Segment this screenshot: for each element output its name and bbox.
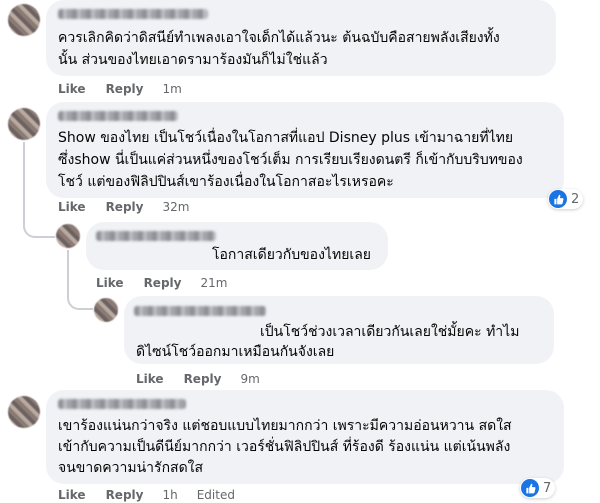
comment-bubble: ควรเลิกคิดว่าดิสนีย์ทำเพลงเอาใจเด็กได้แล…: [46, 0, 556, 76]
comment-actions: Like Reply 21m: [96, 276, 227, 290]
reaction-count[interactable]: 2: [548, 189, 584, 209]
avatar[interactable]: [8, 108, 40, 140]
thread-line: [67, 250, 69, 298]
comment-bubble: เขาร้องแน่นกว่าจริง แต่ชอบแบบไทยมากกว่า …: [46, 390, 564, 484]
comment-text-line: โอกาสเดียวกับของไทยเลย: [212, 247, 371, 263]
comment-actions: Like Reply 1h Edited: [58, 488, 235, 502]
commenter-name[interactable]: [58, 399, 186, 409]
comment-text-line: จนขาดความน่ารักสดใส: [58, 460, 204, 476]
reply-button[interactable]: Reply: [106, 488, 144, 502]
edited-label[interactable]: Edited: [197, 488, 235, 502]
comment-text-line: นั้น ส่วนของไทยเอาดรามาร้องมันก็ไม่ใช่แล…: [58, 52, 328, 68]
comment-actions: Like Reply 9m: [136, 372, 260, 386]
like-icon: [549, 190, 567, 208]
avatar[interactable]: [94, 298, 118, 322]
comment-text-line: Show ของไทย เป็นโชว์เนื่องในโอกาสที่แอป …: [58, 130, 514, 146]
timestamp[interactable]: 9m: [240, 372, 259, 386]
thread-line: [23, 142, 25, 228]
timestamp[interactable]: 32m: [162, 200, 189, 214]
like-icon: [521, 479, 539, 497]
comment-bubble: Show ของไทย เป็นโชว์เนื่องในโอกาสที่แอป …: [46, 102, 564, 198]
commenter-name[interactable]: [134, 306, 266, 316]
avatar[interactable]: [8, 4, 40, 36]
commenter-name[interactable]: [58, 111, 178, 121]
reaction-number: 7: [543, 480, 552, 496]
timestamp[interactable]: 21m: [200, 276, 227, 290]
like-button[interactable]: Like: [58, 82, 86, 96]
like-button[interactable]: Like: [96, 276, 124, 290]
commenter-name[interactable]: [58, 9, 208, 19]
reply-button[interactable]: Reply: [144, 276, 182, 290]
like-button[interactable]: Like: [136, 372, 164, 386]
comment-actions: Like Reply 32m: [58, 200, 189, 214]
reply-button[interactable]: Reply: [184, 372, 222, 386]
avatar[interactable]: [8, 396, 40, 428]
timestamp[interactable]: 1m: [162, 82, 181, 96]
timestamp[interactable]: 1h: [162, 488, 177, 502]
reaction-count[interactable]: 7: [520, 478, 556, 498]
avatar[interactable]: [56, 224, 80, 248]
commenter-name[interactable]: [96, 231, 216, 241]
thread-connector: [67, 292, 93, 310]
comment-text-line: เป็นโชว์ช่วงเวลาเดียวกันเลยใช่มั้ยคะ ทำไ…: [260, 324, 520, 340]
comment-text-line: ซึ่งshow นี่เป็นแค่ส่วนหนึ่งของโชว์เต็ม …: [58, 152, 523, 168]
comment-text-line: เข้ากับความเป็นดีนีย์มากกว่า เวอร์ชั่นฟิ…: [58, 439, 511, 455]
comment-actions: Like Reply 1m: [58, 82, 182, 96]
reply-button[interactable]: Reply: [106, 200, 144, 214]
reply-button[interactable]: Reply: [106, 82, 144, 96]
like-button[interactable]: Like: [58, 488, 86, 502]
comment-text-line: ดิไซน์โชว์ออกมาเหมือนกันจังเลย: [136, 344, 335, 360]
comment-text-line: โชว์ แต่ของฟิลิปปินส์เขาร้องเนื่องในโอกา…: [58, 174, 394, 190]
comment-text-line: เขาร้องแน่นกว่าจริง แต่ชอบแบบไทยมากกว่า …: [58, 418, 512, 434]
reaction-number: 2: [571, 191, 580, 207]
thread-connector: [23, 220, 55, 238]
like-button[interactable]: Like: [58, 200, 86, 214]
comment-bubble: โอกาสเดียวกับของไทยเลย: [86, 222, 388, 270]
comment-text-line: ควรเลิกคิดว่าดิสนีย์ทำเพลงเอาใจเด็กได้แล…: [58, 30, 500, 46]
comment-bubble: เป็นโชว์ช่วงเวลาเดียวกันเลยใช่มั้ยคะ ทำไ…: [124, 296, 554, 364]
